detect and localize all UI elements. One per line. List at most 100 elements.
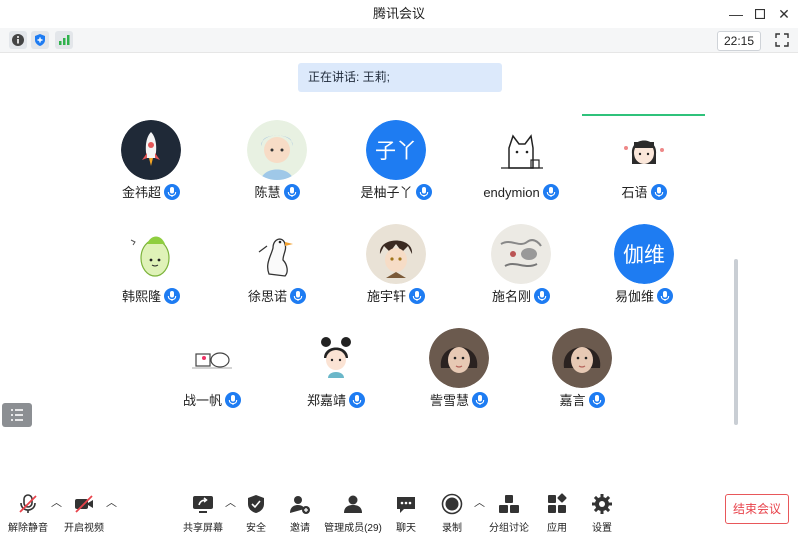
apps-label: 应用 <box>547 523 567 534</box>
participant-name: 郑嘉靖 <box>306 393 346 408</box>
security-button[interactable]: 安全 <box>240 488 272 534</box>
fullscreen-icon[interactable] <box>773 31 791 49</box>
manage-members-button[interactable]: 管理成员(29) <box>324 488 382 534</box>
share-screen-icon <box>193 496 213 513</box>
minimize-button[interactable]: — <box>726 4 746 24</box>
participant-tile[interactable]: 陈慧 <box>217 120 337 210</box>
participant-name: 徐思诺 <box>247 289 287 304</box>
participant-name-line: 石语 <box>584 183 704 203</box>
share-options-caret[interactable]: ︿ <box>225 498 236 509</box>
avatar <box>121 120 181 180</box>
security-label: 安全 <box>246 523 266 534</box>
participant-name-line: 金祎超 <box>91 183 211 203</box>
info-icon[interactable] <box>9 31 27 49</box>
share-screen-label: 共享屏幕 <box>183 523 223 534</box>
avatar <box>247 224 307 284</box>
invite-button[interactable]: 邀请 <box>284 488 316 534</box>
mic-muted-icon <box>19 494 37 513</box>
start-video-button[interactable]: 开启视频 <box>62 488 106 534</box>
avatar <box>306 328 366 388</box>
participant-name: 嘉言 <box>559 393 586 408</box>
participant-tile[interactable]: 战一帆 <box>152 328 272 418</box>
mic-icon <box>283 184 300 200</box>
participant-name: 金祎超 <box>121 185 161 200</box>
mic-icon <box>409 288 425 304</box>
record-button[interactable]: 录制 <box>436 488 468 534</box>
avatar: 子丫 <box>366 120 426 180</box>
unmute-button[interactable]: 解除静音 <box>6 488 50 534</box>
avatar-initials: 子丫 <box>375 139 417 163</box>
mic-icon <box>225 392 241 408</box>
invite-label: 邀请 <box>290 523 310 534</box>
avatar <box>614 120 674 180</box>
video-options-caret[interactable]: ︿ <box>106 498 117 509</box>
participant-tile[interactable]: 施名刚 <box>461 224 581 314</box>
breakout-label: 分组讨论 <box>489 523 529 534</box>
signal-icon[interactable] <box>55 31 73 49</box>
settings-label: 设置 <box>592 523 612 534</box>
avatar <box>491 224 551 284</box>
scrollbar[interactable] <box>734 259 738 425</box>
mic-icon <box>472 392 488 408</box>
end-meeting-button[interactable]: 结束会议 <box>725 494 789 524</box>
participant-tile[interactable]: 訾雪慧 <box>399 328 519 418</box>
member-list-toggle[interactable] <box>2 403 32 427</box>
speaking-text: 正在讲话: 王莉; <box>308 70 391 84</box>
mic-icon <box>657 288 673 304</box>
apps-icon <box>548 493 567 513</box>
participant-tile[interactable]: 韩熙隆 <box>91 224 211 314</box>
mic-icon <box>415 184 432 200</box>
mic-icon <box>650 184 667 200</box>
avatar <box>366 224 426 284</box>
camera-off-icon <box>75 495 93 513</box>
close-button[interactable]: ✕ <box>774 4 794 24</box>
participant-name-line: 徐思诺 <box>217 287 337 307</box>
participant-tile[interactable]: 嘉言 <box>522 328 642 418</box>
manage-members-label: 管理成员(29) <box>324 523 382 534</box>
participant-tile[interactable]: 石语 <box>584 120 704 210</box>
shield-icon[interactable] <box>31 31 49 49</box>
avatar <box>491 120 551 180</box>
apps-button[interactable]: 应用 <box>541 488 573 534</box>
control-bar: 解除静音 ︿ 开启视频 ︿ 共享屏幕 ︿ 安全 邀请 管理成员(29) 聊天 录… <box>0 488 798 534</box>
window-title: 腾讯会议 <box>372 6 425 21</box>
participant-name: 石语 <box>621 185 648 200</box>
active-view-indicator <box>582 114 705 116</box>
participant-name-line: 施宇轩 <box>336 287 456 307</box>
mic-icon <box>542 184 559 200</box>
participant-name-line: endymion <box>461 183 581 203</box>
record-label: 录制 <box>442 523 462 534</box>
audio-options-caret[interactable]: ︿ <box>51 498 62 509</box>
avatar <box>182 328 242 388</box>
record-options-caret[interactable]: ︿ <box>474 498 485 509</box>
avatar: 伽维 <box>614 224 674 284</box>
participant-tile[interactable]: 伽维 易伽维 <box>584 224 704 314</box>
avatar <box>247 120 307 180</box>
settings-button[interactable]: 设置 <box>586 488 618 534</box>
mic-icon <box>164 288 180 304</box>
participant-name: 是柚子丫 <box>360 185 413 200</box>
participant-tile[interactable]: 施宇轩 <box>336 224 456 314</box>
breakout-button[interactable]: 分组讨论 <box>488 488 530 534</box>
meeting-toolbar: 22:15 <box>0 28 798 53</box>
participant-name-line: 战一帆 <box>152 391 272 411</box>
maximize-button[interactable] <box>750 4 770 24</box>
participant-tile[interactable]: 金祎超 <box>91 120 211 210</box>
share-screen-button[interactable]: 共享屏幕 <box>182 488 224 534</box>
participant-tile[interactable]: 郑嘉靖 <box>276 328 396 418</box>
participant-name: endymion <box>483 185 540 200</box>
avatar <box>552 328 612 388</box>
avatar-initials: 伽维 <box>623 243 665 267</box>
chat-button[interactable]: 聊天 <box>390 488 422 534</box>
start-video-label: 开启视频 <box>64 523 104 534</box>
participant-tile[interactable]: 子丫是柚子丫 <box>336 120 456 210</box>
speaking-indicator: 正在讲话: 王莉; <box>298 63 502 92</box>
participant-name: 战一帆 <box>182 393 222 408</box>
participant-name-line: 是柚子丫 <box>336 183 456 203</box>
participant-name: 施宇轩 <box>366 289 406 304</box>
participant-tile[interactable]: endymion <box>461 120 581 210</box>
participant-name-line: 韩熙隆 <box>91 287 211 307</box>
participant-name: 韩熙隆 <box>121 289 161 304</box>
mic-icon <box>164 184 180 200</box>
participant-tile[interactable]: 徐思诺 <box>217 224 337 314</box>
